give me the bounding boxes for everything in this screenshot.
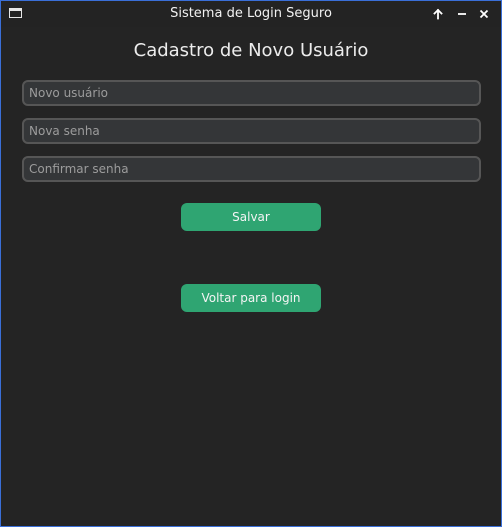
new-username-input[interactable] (22, 80, 481, 106)
save-button[interactable]: Salvar (181, 203, 321, 231)
maximize-arrow-icon[interactable] (429, 5, 447, 23)
minimize-icon[interactable] (453, 5, 471, 23)
title-bar: Sistema de Login Seguro (1, 1, 501, 27)
app-window: Sistema de Login Seguro Cadastro de Novo… (0, 0, 502, 527)
close-icon[interactable] (475, 5, 493, 23)
back-to-login-button[interactable]: Voltar para login (181, 284, 321, 312)
new-password-input[interactable] (22, 118, 481, 144)
form-heading: Cadastro de Novo Usuário (133, 40, 369, 61)
confirm-password-input[interactable] (22, 156, 481, 182)
window-title: Sistema de Login Seguro (170, 6, 332, 21)
